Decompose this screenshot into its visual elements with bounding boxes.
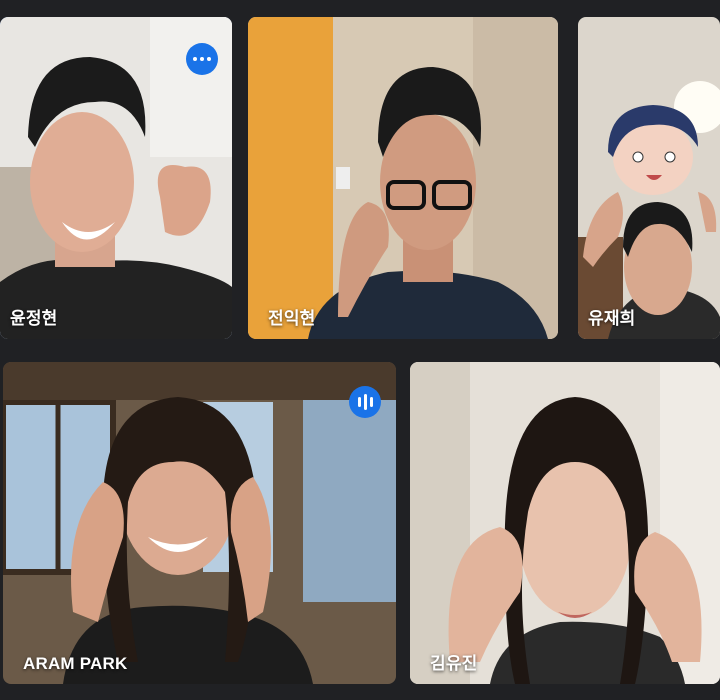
participant-video-4 xyxy=(3,362,396,684)
participant-name-5: 김유진 xyxy=(430,654,478,673)
participant-video-3 xyxy=(578,17,720,339)
audio-level-icon xyxy=(349,386,381,418)
participant-tile-3[interactable]: 유재희 xyxy=(578,17,720,339)
participant-tile-2[interactable]: 전익현 xyxy=(248,17,558,339)
participant-tile-5[interactable]: 김유진 xyxy=(410,362,720,684)
participant-tile-1[interactable]: 윤정현 xyxy=(0,17,232,339)
participant-name-4: ARAM PARK xyxy=(23,654,128,673)
more-options-icon[interactable] xyxy=(186,43,218,75)
participant-video-2 xyxy=(248,17,558,339)
participant-name-3: 유재희 xyxy=(588,309,636,328)
participant-name-2: 전익현 xyxy=(268,309,316,328)
participant-tile-4[interactable]: ARAM PARK xyxy=(3,362,396,684)
participant-video-5 xyxy=(410,362,720,684)
participant-name-1: 윤정현 xyxy=(10,309,58,328)
